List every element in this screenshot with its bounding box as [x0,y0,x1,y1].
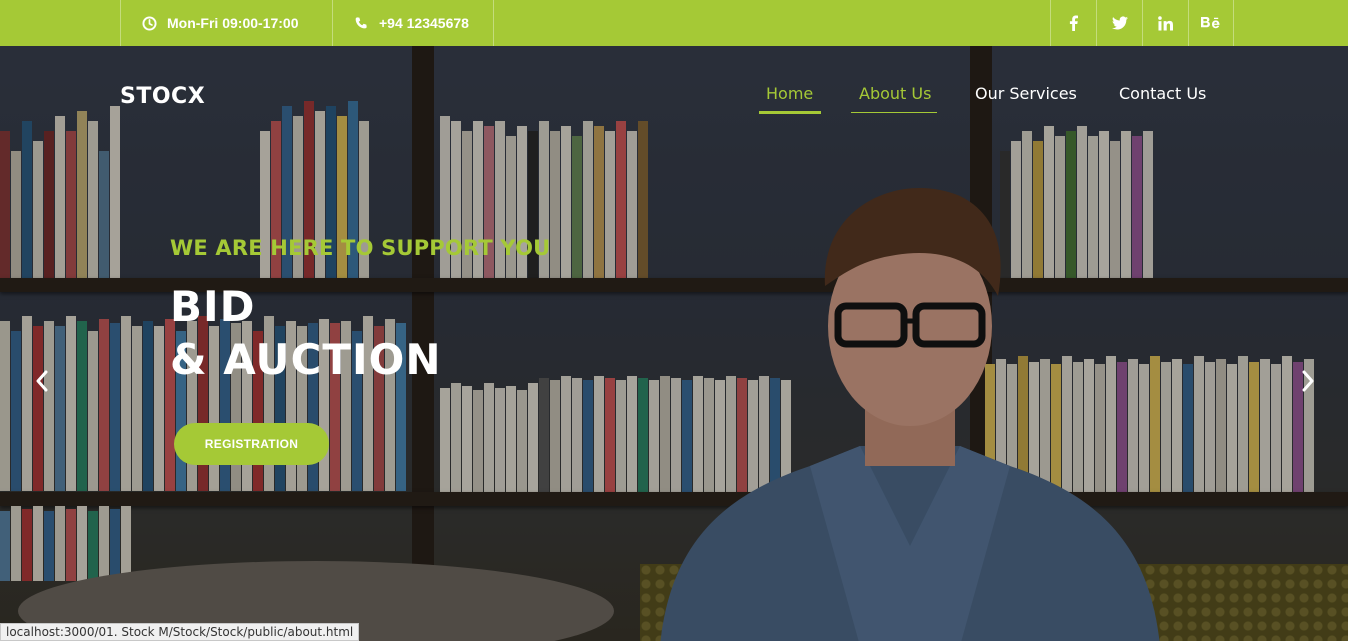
nav-about[interactable]: About Us [859,84,931,103]
nav-home[interactable]: Home [766,84,813,103]
hero-headline-line1: BID [170,282,256,331]
clock-icon [141,15,157,31]
twitter-icon[interactable] [1096,0,1142,46]
nav-about-underline [851,112,937,113]
nav-contact[interactable]: Contact Us [1119,84,1206,103]
hero-headline: BID & AUCTION [170,280,442,386]
linkedin-icon[interactable] [1142,0,1188,46]
phone-icon [353,15,369,31]
nav-services[interactable]: Our Services [975,84,1077,103]
nav-home-underline [759,111,821,114]
phone-number: +94 12345678 [332,0,494,46]
office-hours-text: Mon-Fri 09:00-17:00 [167,15,299,31]
social-links [1050,0,1234,46]
chevron-left-icon[interactable] [30,366,54,396]
registration-button[interactable]: REGISTRATION [174,423,329,465]
office-hours: Mon-Fri 09:00-17:00 [120,0,332,46]
hero-tagline: WE ARE HERE TO SUPPORT YOU [170,236,551,260]
browser-status-url: localhost:3000/01. Stock M/Stock/Stock/p… [0,623,360,641]
chevron-right-icon[interactable] [1296,366,1320,396]
facebook-icon[interactable] [1050,0,1096,46]
top-bar: Mon-Fri 09:00-17:00 +94 12345678 [0,0,1348,46]
phone-number-text: +94 12345678 [379,15,469,31]
main-nav: Home About Us Our Services Contact Us [0,84,1348,114]
behance-icon[interactable] [1188,0,1234,46]
hero-headline-line2: & AUCTION [170,335,442,384]
